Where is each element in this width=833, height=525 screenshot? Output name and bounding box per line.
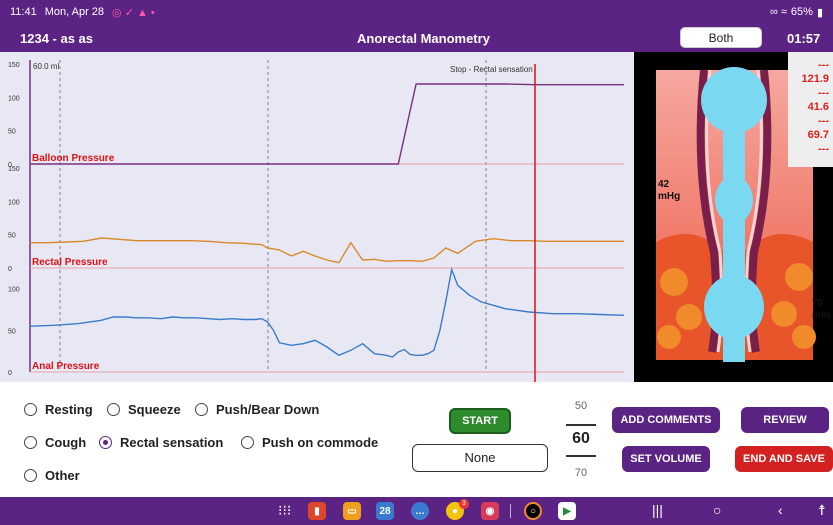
readout-sep: --- [818, 115, 829, 127]
app-icon-red[interactable]: ▮ [308, 502, 326, 520]
y-tick-label: 0 [8, 370, 12, 377]
volume-divider-bottom [566, 455, 596, 457]
battery-level: 65% [790, 6, 813, 18]
date: Mon, Apr 28 [44, 6, 105, 18]
readout-sep: --- [818, 143, 829, 155]
y-tick-label: 150 [8, 166, 20, 173]
set-volume-button[interactable]: SET VOLUME [622, 446, 710, 472]
mode-selector[interactable]: Both [680, 27, 762, 48]
value-readout-box: --- 121.9 --- 41.6 --- 69.7 --- [788, 52, 833, 167]
end-and-save-button[interactable]: END AND SAVE [735, 446, 833, 472]
readout-balloon: 121.9 [801, 73, 829, 85]
control-panel: Resting Squeeze Push/Bear Down Cough Rec… [0, 382, 833, 497]
page-title: Anorectal Manometry [357, 31, 490, 46]
recent-app-icon[interactable]: ○ [524, 502, 542, 520]
add-comments-button[interactable]: ADD COMMENTS [612, 407, 720, 433]
notification-icon: ◎ ✓ ▲ • [112, 6, 155, 19]
y-tick-label: 150 [8, 62, 20, 69]
radio-selected-icon [99, 436, 112, 449]
stop-annotation: Stop - Rectal sensation [450, 65, 533, 74]
y-tick-label: 50 [8, 129, 16, 136]
app-drawer-icon[interactable]: ⁝⁝⁝ [278, 502, 291, 519]
nav-divider [510, 504, 511, 518]
readout-sep: --- [818, 87, 829, 99]
review-button[interactable]: REVIEW [741, 407, 829, 433]
track-label: Rectal Pressure [32, 257, 108, 268]
y-tick-label: 100 [8, 95, 20, 102]
volume-annotation: 60.0 ml [33, 62, 59, 71]
pressure-readout-left: 42 mHg [658, 179, 681, 202]
maneuver-squeeze[interactable]: Squeeze [107, 402, 181, 417]
calendar-icon[interactable]: 28 [376, 502, 394, 520]
start-button[interactable]: START [449, 408, 511, 434]
maneuver-push-bear-down[interactable]: Push/Bear Down [195, 402, 319, 417]
maneuver-resting[interactable]: Resting [24, 402, 93, 417]
maneuver-other[interactable]: Other [24, 468, 80, 483]
wifi-icon: ∞ ≈ [769, 6, 787, 18]
home-button-icon[interactable]: ○ [713, 502, 721, 518]
pressure-readout-right: 70 mm [812, 298, 830, 321]
system-nav-bar: ⁝⁝⁝ ▮ ▭ 28 … ● 3 ◉ ○ ▶ ||| ○ ‹ ☨ [0, 497, 833, 525]
pressure-chart-svg: 150 100 50 0 Balloon Pressure 150 100 50 0 Rectal… [8, 60, 625, 382]
y-tick-label: 100 [8, 287, 20, 294]
recents-button-icon[interactable]: ||| [652, 502, 663, 518]
y-tick-label: 0 [8, 266, 12, 273]
comment-field[interactable]: None [412, 444, 548, 472]
y-tick-label: 100 [8, 199, 20, 206]
screen-recorder-icon[interactable]: ◉ [481, 502, 499, 520]
radio-icon [24, 469, 37, 482]
notification-badge: 3 [459, 499, 469, 509]
radio-icon [24, 403, 37, 416]
maneuver-push-on-commode[interactable]: Push on commode [241, 435, 378, 450]
readout-rectal: 41.6 [807, 101, 829, 113]
play-store-icon[interactable]: ▶ [558, 502, 576, 520]
accessibility-icon[interactable]: ☨ [818, 502, 826, 519]
volume-divider-top [566, 424, 596, 426]
session-timer: 01:57 [787, 31, 821, 46]
radio-icon [24, 436, 37, 449]
volume-next[interactable]: 70 [566, 467, 596, 479]
messages-icon[interactable]: … [411, 502, 429, 520]
volume-prev[interactable]: 50 [566, 400, 596, 412]
anatomy-panel: 42 mHg 70 mm --- 121.9 --- 41.6 --- 69.7… [634, 52, 833, 382]
back-button-icon[interactable]: ‹ [778, 502, 783, 518]
status-bar: 11:41 Mon, Apr 28 ◎ ✓ ▲ • ∞ ≈ 65% ▮ [0, 0, 833, 24]
folder-icon[interactable]: ▭ [343, 502, 361, 520]
pressure-chart: 150 100 50 0 Balloon Pressure 150 100 50 0 Rectal… [0, 52, 634, 382]
track-label: Anal Pressure [32, 361, 100, 372]
battery-icon: ▮ [816, 6, 823, 19]
maneuver-cough[interactable]: Cough [24, 435, 86, 450]
readout-anal: 69.7 [807, 129, 829, 141]
patient-label: 1234 - as as [20, 31, 94, 46]
readout-sep: --- [818, 59, 829, 71]
radio-icon [241, 436, 254, 449]
radio-icon [107, 403, 120, 416]
maneuver-rectal-sensation[interactable]: Rectal sensation [99, 435, 223, 450]
radio-icon [195, 403, 208, 416]
y-tick-label: 50 [8, 328, 16, 335]
volume-current[interactable]: 60 [566, 430, 596, 448]
track-label: Balloon Pressure [32, 153, 115, 164]
y-tick-label: 50 [8, 233, 16, 240]
title-bar: 1234 - as as Anorectal Manometry Both 01… [0, 24, 833, 52]
clock: 11:41 [10, 6, 37, 18]
